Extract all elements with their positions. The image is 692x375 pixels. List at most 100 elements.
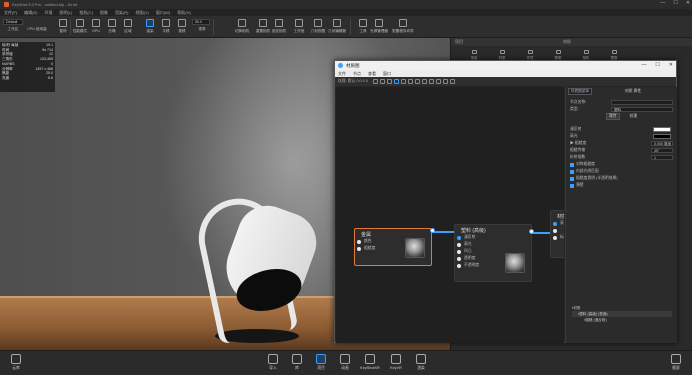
- node-graph-canvas[interactable]: 金属 颜色 粗糙度 塑料 (高级) 漫反射 高光 凹凸 透明度 不透明度 材质 …: [336, 87, 564, 343]
- connection-wire: [532, 232, 552, 234]
- toolbar-switch-camera[interactable]: 切换相机: [235, 18, 249, 37]
- layout-icon[interactable]: [400, 79, 406, 84]
- toolbar-tools[interactable]: 工具: [356, 18, 370, 37]
- node-metal[interactable]: 金属 颜色 粗糙度: [354, 228, 432, 266]
- tab-scene[interactable]: 场景: [466, 50, 482, 60]
- toolbar-gpu[interactable]: GPU: [89, 18, 103, 37]
- close-icon[interactable]: ✕: [686, 0, 690, 6]
- node-name-field[interactable]: [611, 100, 673, 105]
- menu-node[interactable]: 节点: [353, 71, 361, 77]
- output-port[interactable]: [529, 229, 534, 234]
- keyvr-button[interactable]: KeyVR: [386, 354, 406, 370]
- roughness-field[interactable]: 0.000 毫米: [651, 141, 673, 146]
- menu-help[interactable]: 帮助(H): [177, 10, 191, 16]
- graph-breadcrumb[interactable]: 材质图菜单: [568, 87, 592, 95]
- project-button[interactable]: 项目: [311, 354, 331, 371]
- input-port[interactable]: 表面: [551, 220, 564, 227]
- tab-environment[interactable]: 环境: [522, 50, 538, 60]
- settings-icon[interactable]: [449, 79, 455, 84]
- menu-window[interactable]: 窗口(W): [156, 10, 170, 16]
- specular-row: 高光: [566, 133, 677, 140]
- pan-icon: [162, 19, 170, 27]
- output-port[interactable]: [430, 228, 435, 233]
- roughness-transmission-field[interactable]: 45°: [651, 148, 673, 153]
- tab-lighting[interactable]: 照明: [550, 50, 566, 60]
- menu-edit[interactable]: 编辑(E): [24, 10, 37, 16]
- import-button[interactable]: 导入: [263, 354, 283, 371]
- library-button[interactable]: 库: [287, 354, 307, 371]
- menu-file[interactable]: 文件: [338, 71, 346, 77]
- menu-camera[interactable]: 相机(C): [79, 10, 93, 16]
- redo-icon[interactable]: [379, 79, 385, 84]
- render-icon: [416, 354, 426, 364]
- input-port[interactable]: 高光: [455, 241, 531, 248]
- toolbar-light-manager[interactable]: 光源管理器: [370, 18, 388, 37]
- toolbar-studio[interactable]: 工作室: [292, 18, 306, 37]
- tab-material[interactable]: 材质: [494, 50, 510, 60]
- screenshot-button[interactable]: 截屏: [666, 354, 686, 371]
- zoom-icon[interactable]: [414, 79, 420, 84]
- menu-window[interactable]: 窗口: [383, 71, 391, 77]
- denoise-icon: [108, 19, 116, 27]
- node-material-output[interactable]: 材质 表面 标签: [550, 210, 564, 258]
- toolbar-geometry-view[interactable]: 几何视图: [311, 18, 325, 37]
- toolbar-denoise[interactable]: 去噪: [105, 18, 119, 37]
- menu-render[interactable]: 渲染(R): [115, 10, 129, 16]
- toolbar-lock-camera[interactable]: 锁定相机: [272, 18, 286, 37]
- render-button[interactable]: 渲染: [411, 354, 431, 371]
- preview-icon[interactable]: [442, 79, 448, 84]
- menu-lighting[interactable]: 照明(L): [59, 10, 72, 16]
- node-type-select[interactable]: 塑料: [611, 107, 673, 112]
- input-port[interactable]: 标签: [551, 234, 564, 241]
- maximize-icon[interactable]: ☐: [673, 0, 677, 6]
- checkbox-row[interactable]: 内部光线匹配: [566, 168, 677, 175]
- node-plastic-advanced[interactable]: 塑料 (高级) 漫反射 高光 凹凸 透明度 不透明度: [454, 224, 532, 282]
- grid-icon[interactable]: [421, 79, 427, 84]
- tab-camera[interactable]: 相机: [578, 50, 594, 60]
- input-port[interactable]: [551, 227, 564, 234]
- animation-button[interactable]: 动画: [335, 354, 355, 371]
- toolbar-reset-camera[interactable]: 重置相机: [256, 18, 270, 37]
- fit-icon[interactable]: [407, 79, 413, 84]
- tab-properties[interactable]: 属性: [606, 113, 620, 120]
- metal-preview-thumbnail: [405, 238, 425, 258]
- checkbox-row[interactable]: 粗糙度透明 (半透明效果): [566, 175, 677, 182]
- diffuse-color-swatch[interactable]: [653, 127, 671, 132]
- toolbar-performance[interactable]: 性能模式: [73, 18, 87, 37]
- align-icon[interactable]: [428, 79, 434, 84]
- node-add-icon[interactable]: [393, 79, 399, 84]
- menu-view[interactable]: 查看: [368, 71, 376, 77]
- menu-file[interactable]: 文件(F): [4, 10, 17, 16]
- keyshotxr-button[interactable]: KeyShotXR: [360, 354, 380, 370]
- cloud-library-button[interactable]: 云库: [6, 354, 26, 371]
- minimize-icon[interactable]: —: [641, 62, 646, 68]
- refraction-index-row: 折射指数 1: [566, 154, 677, 161]
- tab-texture[interactable]: 纹理: [628, 114, 640, 119]
- toolbar-dolly[interactable]: 推移: [175, 18, 189, 37]
- minimize-icon[interactable]: —: [660, 0, 665, 6]
- undo-icon[interactable]: [372, 79, 378, 84]
- checkbox-row[interactable]: 薄壁: [566, 182, 677, 189]
- refraction-index-field[interactable]: 1: [651, 155, 673, 160]
- toolbar-pan[interactable]: 平移: [159, 18, 173, 37]
- project-tabs: 场景 材质 环境 照明 相机 图像: [451, 46, 692, 60]
- close-icon[interactable]: ✕: [669, 62, 673, 68]
- checkbox-row[interactable]: 对称粗糙度: [566, 161, 677, 168]
- tree-item[interactable]: ▪ 粗糙 (漫反射): [572, 317, 672, 323]
- material-window-titlebar[interactable]: 材质图 — ☐ ✕: [335, 61, 676, 70]
- toolbar-geometry-editor[interactable]: 几何编辑器: [328, 18, 346, 37]
- menu-environment[interactable]: 环境: [44, 10, 52, 16]
- input-port[interactable]: 漫反射: [455, 234, 531, 241]
- toolbar-configurator[interactable]: 配置程序向导: [392, 18, 414, 37]
- specular-color-swatch[interactable]: [653, 134, 671, 139]
- menu-image[interactable]: 图像: [100, 10, 108, 16]
- tab-image[interactable]: 图像: [606, 50, 622, 60]
- toolbar-separator: [213, 19, 214, 35]
- toolbar-region[interactable]: 区域: [121, 18, 135, 37]
- group-icon[interactable]: [435, 79, 441, 84]
- toolbar-pause[interactable]: 暂停: [56, 18, 70, 37]
- delete-icon[interactable]: [386, 79, 392, 84]
- menu-view[interactable]: 视图(V): [135, 10, 148, 16]
- toolbar-render[interactable]: 渲染: [143, 18, 157, 37]
- maximize-icon[interactable]: ☐: [655, 62, 659, 68]
